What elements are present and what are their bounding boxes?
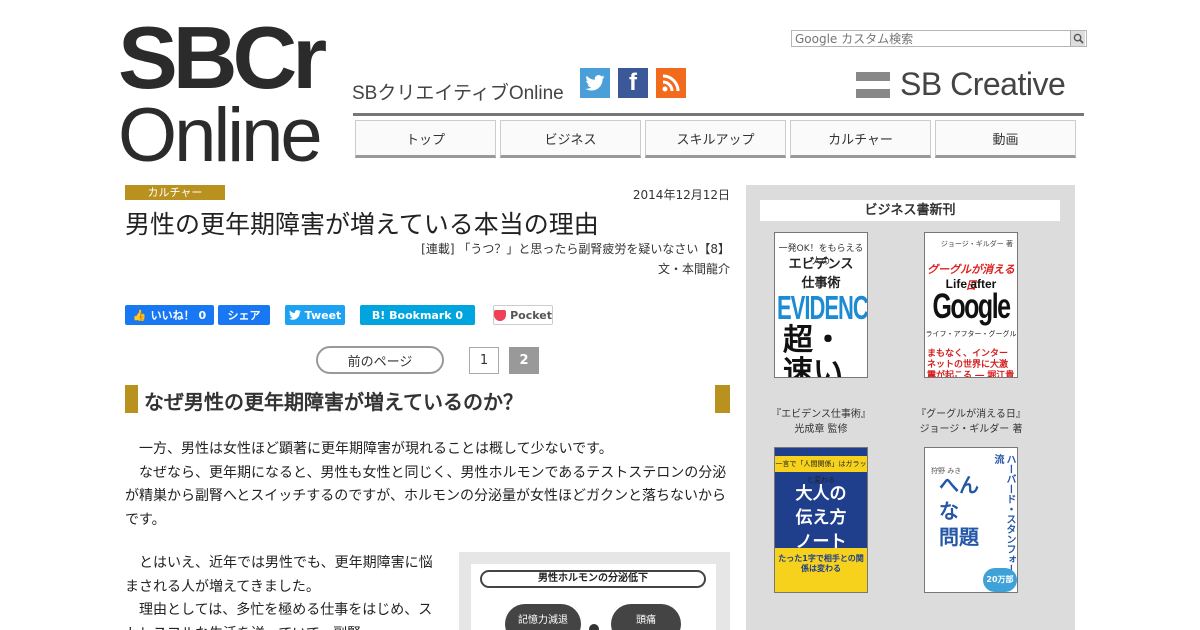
page-2-current: 2 (509, 347, 539, 374)
twitter-icon[interactable] (580, 68, 610, 98)
cover-text: Google (932, 287, 1011, 327)
cover-text: たった1字で相手との関係は変わる (778, 554, 864, 573)
article-date: 2014年12月12日 (632, 188, 730, 202)
article-title: 男性の更年期障害が増えている本当の理由 (125, 210, 599, 239)
search-box (791, 30, 1087, 47)
figure-panel: 男性ホルモンの分泌低下 記憶力減退 頭痛 (471, 564, 716, 630)
article-body-1: 一方、男性は女性ほど顕著に更年期障害が現れることは概して少ないです。 なぜなら、… (125, 438, 730, 532)
main-nav: トップ ビジネス スキルアップ カルチャー 動画 (355, 120, 1076, 158)
cover-text: ジョージ・ギルダー 著 (940, 240, 1013, 248)
nav-item-business[interactable]: ビジネス (500, 120, 641, 158)
cover-text: 大人の 伝え方 ノート (795, 484, 847, 552)
tweet-button[interactable]: Tweet (285, 305, 345, 325)
cover-text: へんな 問題 (939, 473, 979, 549)
sb-creative-logo-icon (856, 71, 890, 98)
site-subtitle: SBクリエイティブOnline (352, 83, 564, 104)
page-1-link[interactable]: 1 (469, 347, 499, 374)
facebook-like-button[interactable]: 👍 いいね！ 0 (125, 305, 214, 325)
book-cover-evidence[interactable]: 一発OK！をもらえる人の エビデンス 仕事術 EVIDENCE 超・ 速い (774, 232, 868, 378)
article-body-2: とはいえ、近年では男性でも、更年期障害に悩まされる人が増えてきました。 理由とし… (125, 552, 445, 630)
figure-title: 男性ホルモンの分泌低下 (480, 570, 706, 588)
facebook-like-label: いいね！ 0 (150, 309, 207, 322)
cover-lower-band: たった1字で相手との関係は変わる (775, 548, 867, 592)
article-series: [連載] 「うつ？」と思ったら副腎疲労を疑いなさい【8】 (421, 242, 730, 256)
nav-item-skillup[interactable]: スキルアップ (645, 120, 786, 158)
logo-bottom-text: Online (118, 93, 323, 178)
pocket-icon (494, 309, 507, 321)
search-button[interactable] (1070, 31, 1085, 46)
site-logo[interactable]: SBCr Online (118, 8, 338, 174)
book-caption-evidence[interactable]: 『エビデンス仕事術』 光成章 監修 (751, 407, 891, 437)
hatena-bookmark-button[interactable]: B! Bookmark 0 (360, 305, 475, 325)
book-caption-google[interactable]: 『グーグルが消える日』 ジョージ・ギルダー 著 (901, 407, 1041, 437)
category-badge[interactable]: カルチャー (125, 185, 225, 200)
cover-badge: 20万部 (983, 568, 1017, 592)
nav-divider (353, 113, 1084, 116)
section-heading: なぜ男性の更年期障害が増えているのか？ (144, 390, 523, 414)
book-cover-tsutaekata[interactable]: 一言で「人間関係」はガラッと変わる 大人の 伝え方 ノート たった1字で相手との… (774, 447, 868, 593)
facebook-icon[interactable]: f (618, 68, 648, 98)
facebook-share-button[interactable]: シェア (218, 305, 270, 325)
article-author: 文・本間龍介 (657, 262, 730, 276)
figure-bubble-headache: 頭痛 (611, 604, 681, 630)
sb-creative-brand[interactable]: SB Creative (856, 66, 1066, 103)
rss-icon[interactable] (656, 68, 686, 98)
cover-text: まもなく、インターネットの世界に大激震が起こる ― 堀江貴文氏、推薦!! (927, 349, 1015, 378)
cover-text: エビデンス 仕事術 (788, 257, 854, 291)
nav-item-video[interactable]: 動画 (935, 120, 1076, 158)
cover-text: ライフ・アフター・グーグル (925, 330, 1017, 338)
article-figure: 男性ホルモンの分泌低下 記憶力減退 頭痛 (459, 552, 730, 630)
heading-bar-left (125, 385, 138, 413)
search-input[interactable] (792, 31, 1070, 46)
paragraph: なぜなら、更年期になると、男性も女性と同じく、男性ホルモンであるテストステロンの… (125, 464, 727, 528)
twitter-bird-icon (288, 310, 301, 320)
cover-text: 超・ 速い (783, 323, 843, 378)
nav-item-culture[interactable]: カルチャー (790, 120, 931, 158)
sidebar-title: ビジネス書新刊 (760, 200, 1060, 221)
prev-page-button[interactable]: 前のページ (316, 346, 444, 374)
paragraph: とはいえ、近年では男性でも、更年期障害に悩まされる人が増えてきました。 (125, 555, 433, 595)
figure-dot (589, 624, 599, 630)
search-icon (1073, 33, 1084, 44)
tweet-label: Tweet (304, 308, 342, 322)
heading-bar-right (715, 385, 730, 413)
paragraph: 理由としては、多忙を極める仕事をはじめ、ストレスフルな生活を送っていて、副腎 (125, 602, 433, 630)
nav-item-top[interactable]: トップ (355, 120, 496, 158)
cover-text: 一言で「人間関係」はガラッと変わる (775, 456, 867, 484)
pocket-label: Pocket (510, 308, 552, 322)
figure-bubble-memory: 記憶力減退 (505, 604, 581, 630)
pocket-button[interactable]: Pocket (493, 305, 553, 325)
thumbs-up-icon: 👍 (132, 308, 147, 322)
book-cover-henna-mondai[interactable]: 狩野 みき へんな 問題 ハーバード・スタンフォード流 20万部 (924, 447, 1018, 593)
sb-creative-text: SB Creative (900, 66, 1066, 102)
paragraph: 一方、男性は女性ほど顕著に更年期障害が現れることは概して少ないです。 (139, 441, 613, 457)
book-cover-google[interactable]: ジョージ・ギルダー 著 グーグルが消える日 Life after Google … (924, 232, 1018, 378)
logo-top-text: SBCr (118, 8, 327, 107)
